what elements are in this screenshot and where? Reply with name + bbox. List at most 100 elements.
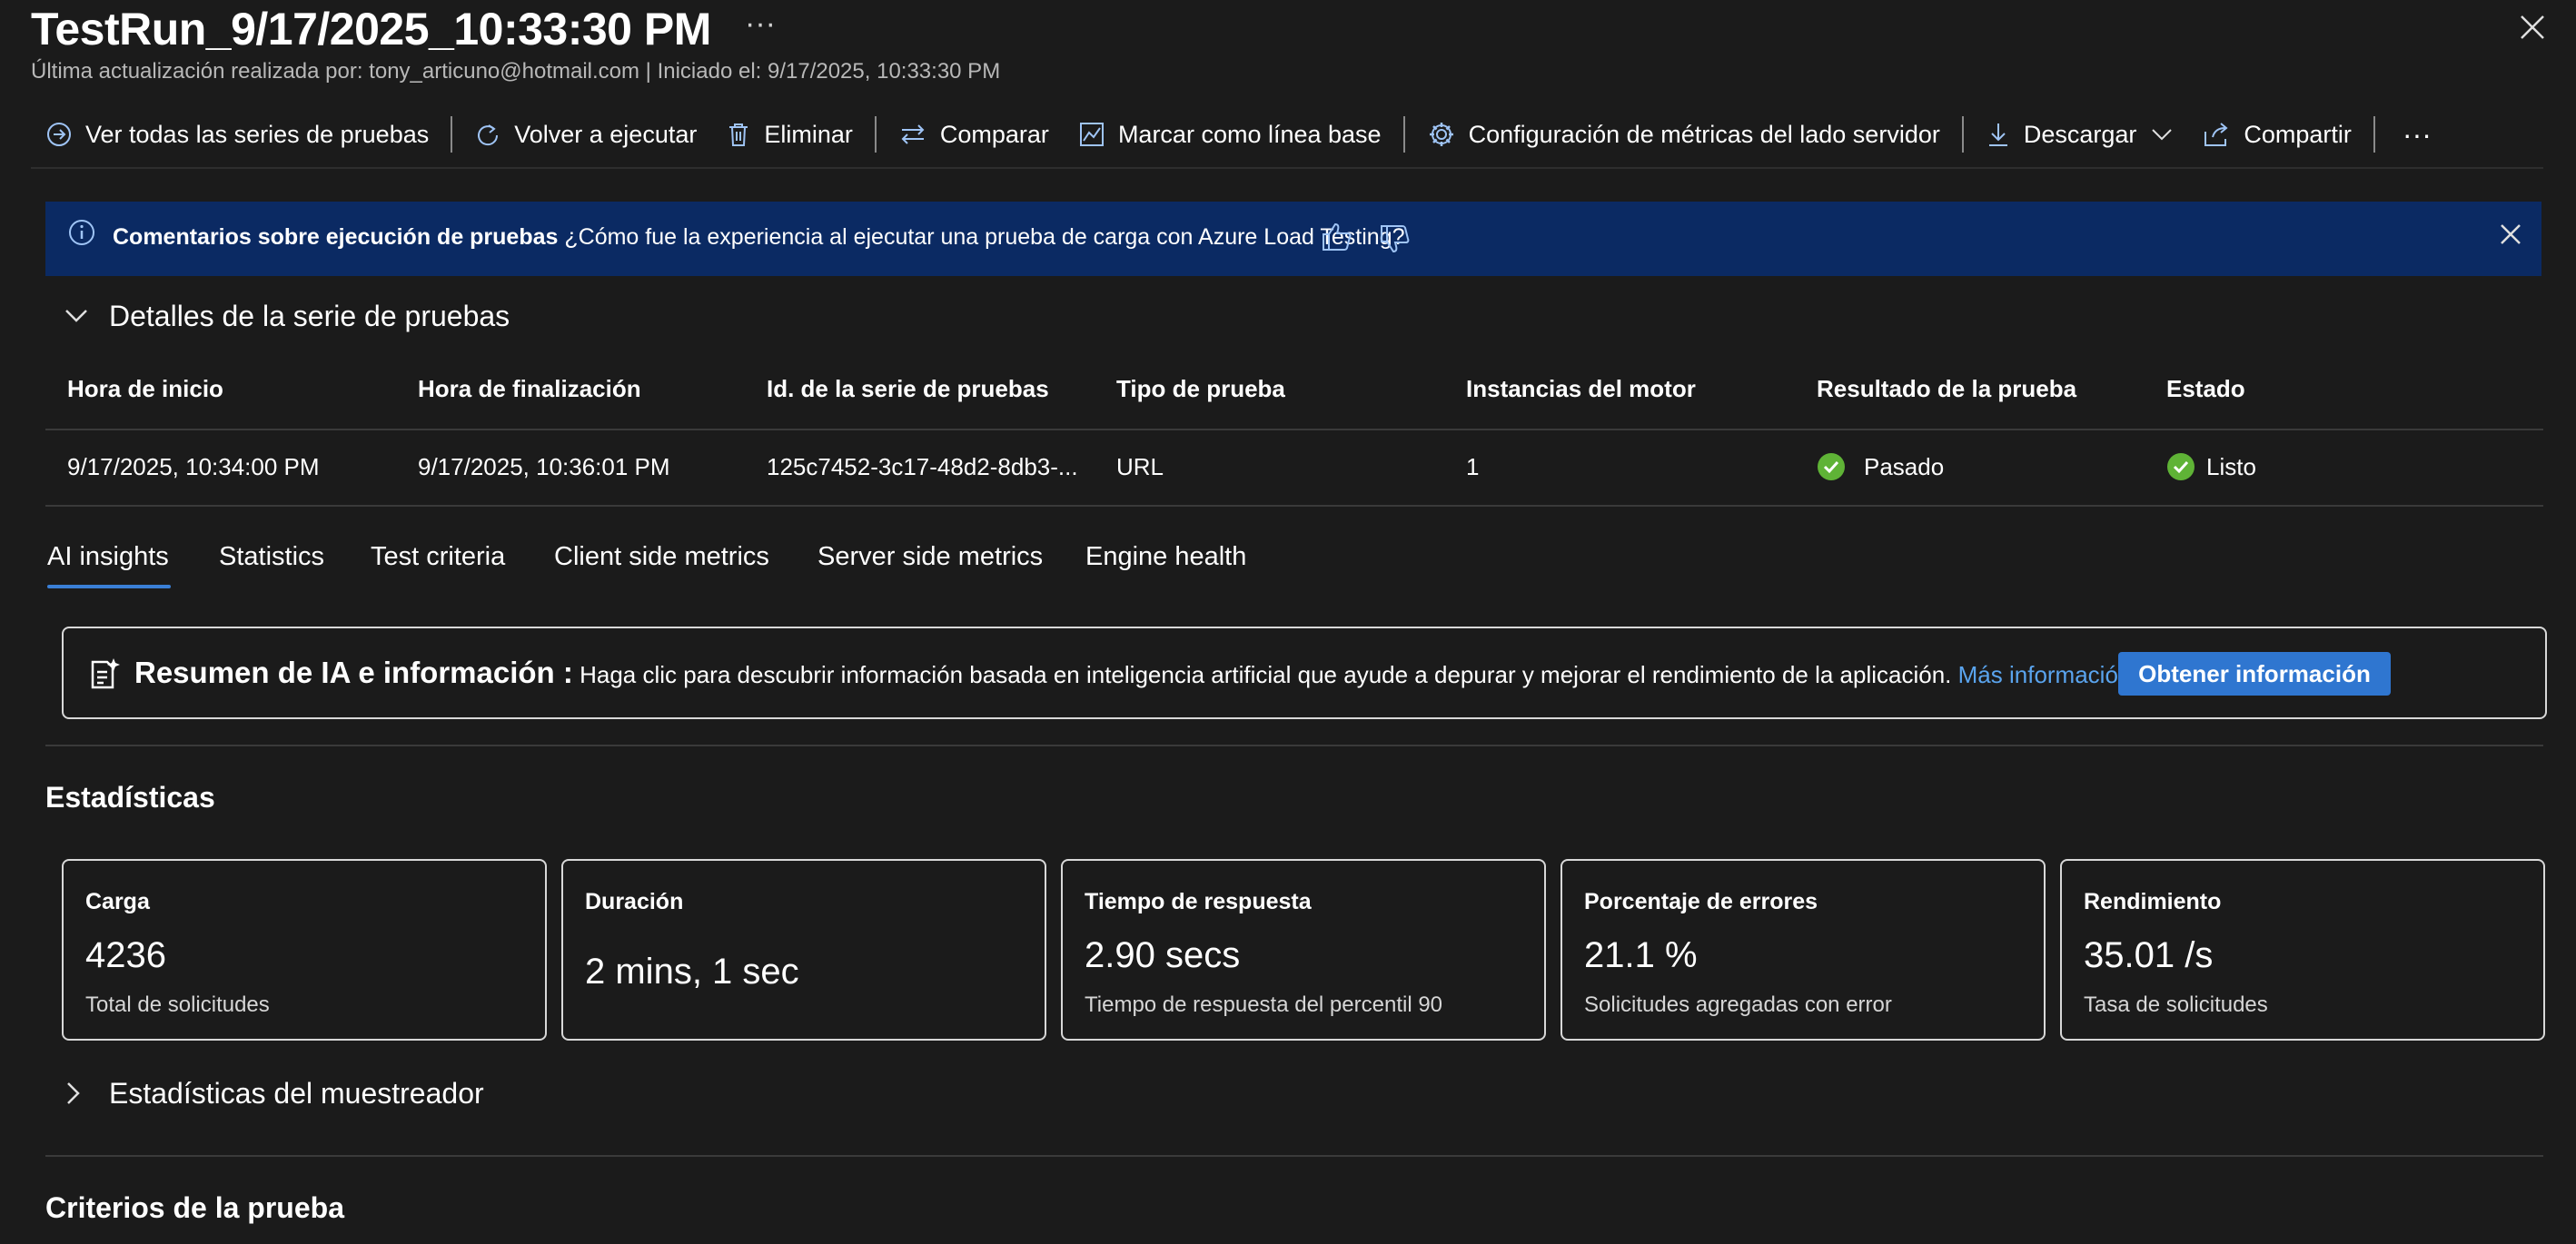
page-subtitle: Última actualización realizada por: tony…: [31, 59, 1001, 84]
banner-close-icon[interactable]: [2498, 222, 2523, 252]
cell-end-time: 9/17/2025, 10:36:01 PM: [418, 453, 670, 480]
compare-arrows-icon: [901, 124, 925, 144]
cell-run-id: 125c7452-3c17-48d2-8db3-...: [767, 453, 1078, 480]
stat-card-label: Tiempo de respuesta: [1085, 889, 1312, 914]
delete-button[interactable]: Eliminar: [711, 107, 867, 162]
rerun-button[interactable]: Volver a ejecutar: [460, 107, 711, 162]
section-divider: [45, 745, 2543, 746]
check-circle-icon: [1818, 453, 1845, 480]
stat-card-subtext: Tasa de solicitudes: [2084, 992, 2268, 1017]
share-button[interactable]: Compartir: [2187, 107, 2366, 162]
toolbar-divider: [874, 116, 877, 153]
get-insights-button[interactable]: Obtener información: [2118, 652, 2391, 696]
gear-icon: [1429, 123, 1453, 146]
stat-card-label: Porcentaje de errores: [1584, 889, 1818, 914]
stat-card-value: 2.90 secs: [1085, 935, 1241, 975]
close-icon[interactable]: [2516, 11, 2549, 44]
table-header-divider: [45, 429, 2543, 430]
toolbar: Ver todas las series de pruebas Volver a…: [31, 107, 2446, 162]
column-header-test-type: Tipo de prueba: [1116, 375, 1285, 402]
stat-card-label: Rendimiento: [2084, 889, 2222, 914]
chevron-down-icon: [2152, 129, 2173, 141]
stat-card-subtext: Total de solicitudes: [85, 992, 270, 1017]
stat-card-value: 4236: [85, 935, 166, 975]
ai-summary-description: Haga clic para descubrir información bas…: [580, 661, 1952, 688]
toolbar-divider: [2373, 116, 2375, 153]
delete-label: Eliminar: [764, 120, 853, 148]
server-metrics-config-label: Configuración de métricas del lado servi…: [1468, 120, 1940, 148]
cell-engine-instances: 1: [1466, 453, 1480, 480]
test-criteria-heading: Criterios de la prueba: [45, 1191, 344, 1224]
tab-ai-insights[interactable]: AI insights: [47, 538, 169, 576]
cell-status: Listo: [2166, 450, 2256, 483]
thumbs-down-icon[interactable]: [1379, 223, 1412, 259]
page-title: TestRun_9/17/2025_10:33:30 PM: [31, 4, 711, 54]
info-icon: [67, 218, 96, 252]
details-section-title: Detalles de la serie de pruebas: [109, 300, 510, 332]
learn-more-link[interactable]: Más información: [1958, 661, 2132, 688]
share-label: Compartir: [2244, 120, 2352, 148]
details-section-toggle[interactable]: Detalles de la serie de pruebas: [64, 296, 510, 336]
stat-card-subtext: Solicitudes agregadas con error: [1584, 992, 1892, 1017]
trash-icon: [729, 123, 748, 146]
refresh-icon: [478, 124, 499, 146]
compare-label: Comparar: [939, 120, 1049, 148]
active-tab-indicator: [47, 585, 171, 588]
column-header-run-id: Id. de la serie de pruebas: [767, 375, 1049, 402]
toolbar-divider: [451, 116, 453, 153]
tab-server-side-metrics[interactable]: Server side metrics: [817, 538, 1043, 576]
rerun-label: Volver a ejecutar: [514, 120, 698, 148]
ai-summary-text: Resumen de IA e información : Haga clic …: [134, 656, 2131, 692]
chevron-down-icon: [65, 310, 87, 322]
check-circle-icon: [2167, 453, 2195, 480]
sampler-statistics-title: Estadísticas del muestreador: [109, 1077, 484, 1110]
toolbar-divider: [1961, 116, 1964, 153]
column-header-end-time: Hora de finalización: [418, 375, 641, 402]
share-icon: [2204, 123, 2228, 146]
title-more-button[interactable]: ···: [745, 5, 776, 42]
view-all-runs-label: Ver todas las series de pruebas: [85, 120, 430, 148]
ai-notes-icon: [89, 657, 120, 695]
feedback-banner-question: ¿Cómo fue la experiencia al ejecutar una…: [564, 224, 1405, 250]
feedback-banner-title: Comentarios sobre ejecución de pruebas: [113, 224, 559, 250]
arrow-circle-right-icon: [47, 123, 71, 146]
stat-card-load: Carga 4236 Total de solicitudes: [62, 859, 547, 1041]
cell-test-result: Pasado: [1817, 450, 1944, 483]
mark-baseline-button[interactable]: Marcar como línea base: [1064, 107, 1396, 162]
section-divider: [45, 1155, 2543, 1157]
toolbar-divider-line: [31, 167, 2543, 169]
feedback-banner: Comentarios sobre ejecución de pruebas ¿…: [45, 202, 2541, 276]
compare-button[interactable]: Comparar: [884, 107, 1064, 162]
server-metrics-config-button[interactable]: Configuración de métricas del lado servi…: [1412, 107, 1955, 162]
mark-baseline-label: Marcar como línea base: [1117, 120, 1382, 148]
column-header-status: Estado: [2166, 375, 2245, 402]
stat-card-value: 35.01 /s: [2084, 935, 2214, 975]
chevron-right-icon: [67, 1082, 80, 1104]
column-header-start-time: Hora de inicio: [67, 375, 223, 402]
stat-card-value: 2 mins, 1 sec: [585, 952, 799, 992]
download-button[interactable]: Descargar: [1971, 107, 2188, 162]
stat-card-error-percentage: Porcentaje de errores 21.1 % Solicitudes…: [1560, 859, 2046, 1041]
tab-engine-health[interactable]: Engine health: [1085, 538, 1246, 576]
tab-test-criteria[interactable]: Test criteria: [371, 538, 505, 576]
test-result-label: Pasado: [1864, 453, 1945, 480]
tab-client-side-metrics[interactable]: Client side metrics: [554, 538, 769, 576]
thumbs-up-icon[interactable]: [1321, 222, 1353, 257]
chart-icon: [1079, 123, 1104, 146]
toolbar-divider: [1402, 116, 1405, 153]
cell-test-type: URL: [1116, 453, 1164, 480]
stat-card-label: Duración: [585, 889, 684, 914]
table-bottom-divider: [45, 505, 2543, 507]
tab-statistics[interactable]: Statistics: [219, 538, 324, 576]
stat-card-throughput: Rendimiento 35.01 /s Tasa de solicitudes: [2060, 859, 2545, 1041]
ai-summary-title: Resumen de IA e información :: [134, 656, 573, 689]
stat-card-duration: Duración 2 mins, 1 sec: [561, 859, 1046, 1041]
toolbar-more-button[interactable]: ···: [2383, 107, 2446, 162]
stat-card-value: 21.1 %: [1584, 935, 1698, 975]
download-icon: [1988, 123, 2007, 146]
view-all-runs-button[interactable]: Ver todas las series de pruebas: [31, 107, 443, 162]
stat-card-subtext: Tiempo de respuesta del percentil 90: [1085, 992, 1443, 1017]
sampler-statistics-toggle[interactable]: Estadísticas del muestreador: [64, 1073, 484, 1113]
download-label: Descargar: [2023, 120, 2137, 148]
feedback-banner-text: Comentarios sobre ejecución de pruebas ¿…: [113, 222, 1405, 252]
